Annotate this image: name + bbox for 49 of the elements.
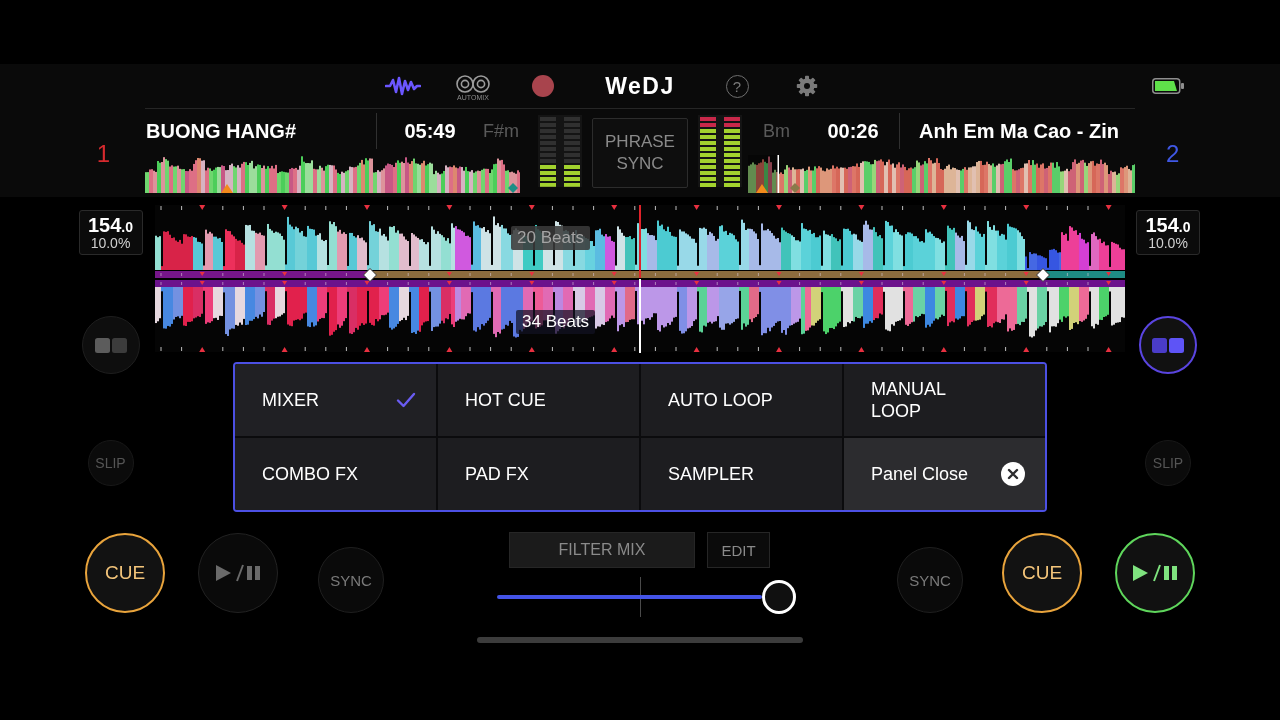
crossfader-knob[interactable] [762,580,796,614]
diamond-marker-icon [1036,268,1050,282]
beat-countdown: 20 Beats [511,226,591,250]
play-pause-icon [216,564,260,582]
beat-countdown: 34 Beats [516,310,596,334]
edit-button[interactable]: EDIT [707,532,770,568]
diamond-marker-icon [508,183,518,193]
play-pause-icon [1133,564,1177,582]
bpm-value: 154.0 [1145,215,1191,235]
mode-tab[interactable]: PAD FX [438,438,639,510]
diamond-marker-icon [790,183,800,193]
sync-button[interactable]: SYNC [897,547,963,613]
cue-button[interactable]: CUE [85,533,165,613]
pitch-value: 10.0% [90,236,131,250]
mode-tab[interactable]: HOT CUE [438,364,639,436]
two-squares-icon [94,337,127,353]
mode-tab[interactable]: MANUAL LOOP [844,364,1045,436]
close-icon [1001,462,1025,486]
two-circles-icon [456,74,490,93]
two-squares-icon [1152,337,1184,353]
cue-button[interactable]: CUE [1002,533,1082,613]
bpm-value: 154.0 [87,215,134,235]
filter-mix-button[interactable]: FILTER MIX [509,532,695,568]
mode-tab[interactable]: MIXER [235,364,436,436]
battery-icon [1152,78,1184,94]
waveform-icon[interactable] [385,76,421,96]
deck-layout-toggle[interactable] [1139,316,1197,374]
close-button[interactable]: Panel Close [844,438,1045,510]
pitch-value: 10.0% [1148,236,1188,250]
mode-tab[interactable]: COMBO FX [235,438,436,510]
key-label: F#m [483,120,520,142]
app-logo: WeDJ [605,72,675,100]
time-display: 05:49 [403,119,457,143]
diamond-marker-icon [363,268,377,282]
record-icon[interactable] [532,75,554,97]
settings-icon[interactable] [796,75,818,97]
mode-tab[interactable]: AUTO LOOP [641,364,842,436]
sync-button[interactable]: SYNC [318,547,384,613]
key-label: Bm [762,120,791,142]
check-icon [396,392,416,408]
time-display: 00:26 [826,119,880,143]
track-title: BUONG HANG# [145,119,297,143]
track-title: Anh Em Ma Cao - Zin [918,119,1120,143]
triangle-marker-icon [221,184,233,193]
deck-number: 2 [1166,140,1180,168]
mode-tab[interactable]: SAMPLER [641,438,842,510]
phrase-sync-button[interactable]: PHRASE SYNC [592,118,688,188]
deck-number: 1 [96,140,110,168]
triangle-marker-icon [756,184,768,193]
